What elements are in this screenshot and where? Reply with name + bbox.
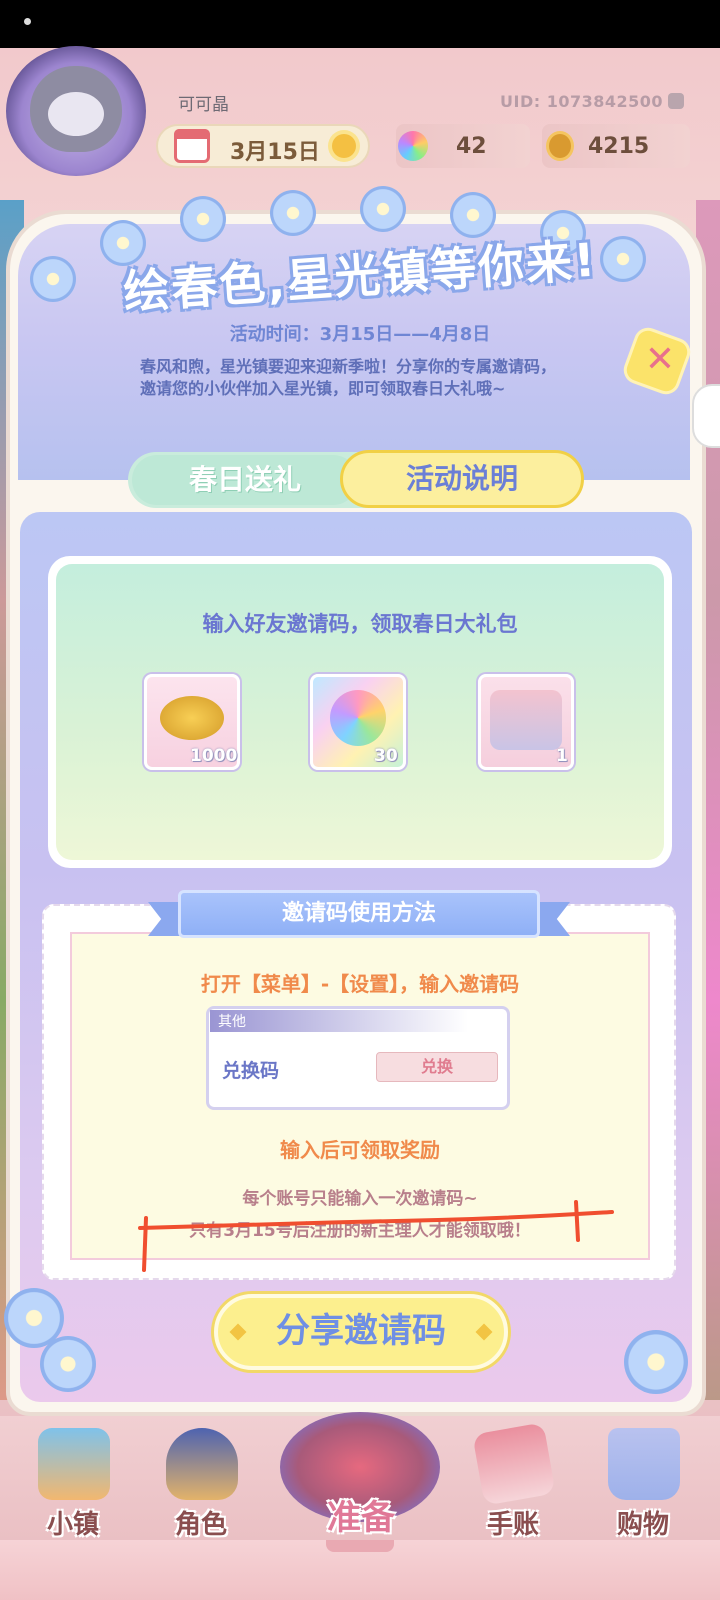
flower-decoration-icon (270, 190, 316, 236)
coin-count: 4215 (588, 134, 650, 159)
status-bar (0, 0, 720, 48)
nav-town-label[interactable]: 小镇 (18, 1504, 128, 1541)
status-dot-icon (24, 18, 31, 25)
gem-count: 42 (456, 134, 487, 159)
rainbow-gem-icon (398, 131, 428, 161)
share-invite-code-button[interactable]: 分享邀请码 (214, 1294, 508, 1370)
shopping-bag-icon[interactable] (608, 1428, 680, 1500)
reward-count: 1000 (190, 746, 238, 766)
calendar-icon (174, 129, 210, 163)
event-description: 春风和煦，星光镇要迎来迎新季啦！分享你的专属邀请码，邀请您的小伙伴加入星光镇，即… (140, 357, 557, 398)
journal-icon[interactable] (472, 1422, 556, 1506)
mockup-redeem-label: 兑换码 (222, 1060, 280, 1082)
flower-decoration-icon (360, 186, 406, 232)
event-time: 活动时间：3月15日——4月8日 (229, 324, 491, 345)
tab-spring-gift[interactable]: 春日送礼 (132, 455, 358, 505)
nav-character-label[interactable]: 角色 (146, 1504, 256, 1541)
mockup-redeem-button: 兑换 (376, 1052, 498, 1082)
nav-journal-label[interactable]: 手账 (458, 1504, 568, 1541)
bottom-handle (326, 1540, 394, 1552)
current-date: 3月15日 (230, 140, 320, 165)
gold-coin-icon (546, 131, 574, 161)
uid-label: UID: 1073842500 (500, 92, 664, 111)
flower-decoration-icon (624, 1330, 688, 1394)
cat-face-icon (48, 92, 104, 136)
close-icon[interactable]: ✕ (640, 336, 680, 384)
reward-count: 30 (374, 746, 398, 766)
howto-step: 打开【菜单】-【设置】，输入邀请码 (200, 972, 520, 996)
tab-event-rules[interactable]: 活动说明 (340, 450, 584, 508)
sun-icon (332, 134, 356, 158)
map-icon[interactable] (38, 1428, 110, 1500)
side-pet-button[interactable] (692, 384, 720, 448)
copy-icon[interactable] (668, 93, 684, 109)
nav-prepare-label[interactable]: 准备 (306, 1490, 416, 1539)
player-name: 可可晶 (178, 95, 229, 115)
makeup-kit-icon (490, 690, 562, 750)
reward-count: 1 (556, 746, 568, 766)
character-icon[interactable] (166, 1428, 238, 1500)
flower-decoration-icon (180, 196, 226, 242)
rainbow-gem-icon (330, 690, 386, 746)
reward-heading: 输入好友邀请码，领取春日大礼包 (202, 612, 518, 636)
flower-decoration-icon (30, 256, 76, 302)
mockup-header: 其他 (218, 1014, 246, 1030)
flower-decoration-icon (40, 1336, 96, 1392)
mockup-header-bar (210, 1010, 468, 1032)
gold-coins-icon (160, 696, 224, 740)
howto-after: 输入后可领取奖励 (280, 1138, 440, 1162)
hand-drawn-underline (138, 1200, 614, 1272)
howto-title: 邀请码使用方法 (178, 890, 540, 938)
nav-shop-label[interactable]: 购物 (588, 1504, 698, 1541)
